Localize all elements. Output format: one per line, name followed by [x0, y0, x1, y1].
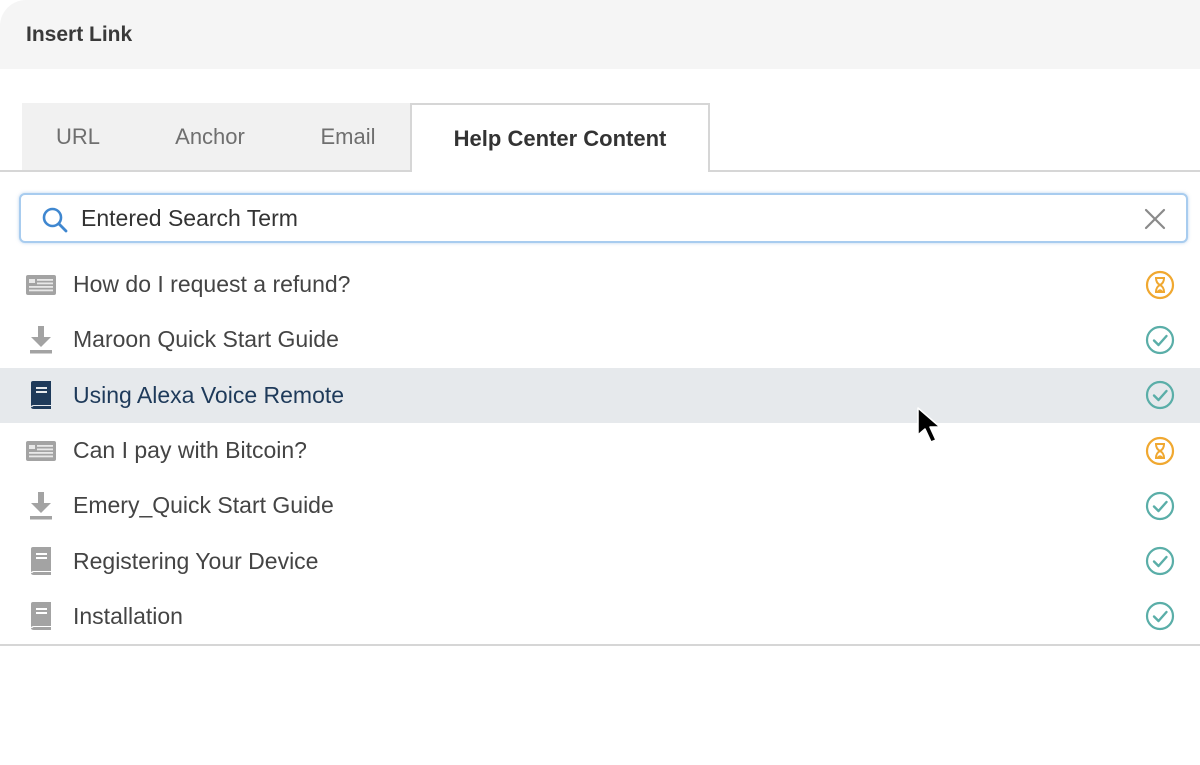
dialog-title: Insert Link — [26, 22, 133, 46]
tab-url[interactable]: URL — [22, 103, 134, 170]
tab-email-label: Email — [320, 123, 376, 149]
dialog-header: Insert Link — [0, 0, 1200, 69]
article-icon — [25, 436, 57, 466]
tab-anchor[interactable]: Anchor — [134, 103, 286, 170]
list-item[interactable]: Can I pay with Bitcoin? — [0, 423, 1200, 478]
list-item-label: Can I pay with Bitcoin? — [73, 437, 307, 464]
close-icon[interactable] — [1144, 208, 1166, 230]
download-icon — [25, 491, 57, 521]
check-circle-icon — [1145, 547, 1175, 576]
hourglass-icon — [1145, 436, 1175, 465]
check-circle-icon — [1145, 602, 1175, 631]
tab-anchor-label: Anchor — [175, 123, 245, 149]
list-item-label: How do I request a refund? — [73, 271, 351, 298]
insert-link-dialog: Insert Link URL Anchor Email Help Center… — [0, 0, 1200, 765]
tab-url-label: URL — [55, 123, 100, 149]
tab-help-center-content-label: Help Center Content — [453, 125, 667, 151]
list-item[interactable]: Emery_Quick Start Guide — [0, 478, 1200, 533]
book-icon — [25, 601, 57, 631]
tab-email[interactable]: Email — [286, 103, 410, 170]
list-item[interactable]: How do I request a refund? — [0, 257, 1200, 312]
list-item[interactable]: Installation — [0, 589, 1200, 644]
list-item-label: Maroon Quick Start Guide — [73, 326, 339, 353]
tab-bar: URL Anchor Email Help Center Content — [0, 103, 1200, 172]
check-circle-icon — [1145, 325, 1175, 355]
book-icon — [25, 546, 57, 576]
check-circle-icon — [1145, 381, 1175, 410]
hourglass-icon — [1145, 270, 1175, 299]
list-item-label: Using Alexa Voice Remote — [73, 381, 345, 408]
tab-help-center-content[interactable]: Help Center Content — [410, 103, 710, 172]
book-icon — [25, 380, 57, 410]
list-item[interactable]: Using Alexa Voice Remote — [0, 367, 1200, 423]
search-icon — [42, 207, 68, 233]
mouse-pointer-icon — [917, 407, 941, 443]
list-item-label: Emery_Quick Start Guide — [73, 492, 334, 519]
download-icon — [25, 325, 57, 355]
list-item[interactable]: Registering Your Device — [0, 533, 1200, 588]
list-item[interactable]: Maroon Quick Start Guide — [0, 312, 1200, 367]
list-item-label: Registering Your Device — [73, 547, 319, 574]
list-item-label: Installation — [73, 602, 183, 629]
article-icon — [25, 270, 57, 300]
search-box — [19, 193, 1188, 243]
results-list: How do I request a refund? Maroon Quick … — [0, 257, 1200, 644]
search-input[interactable] — [81, 201, 1121, 235]
list-divider — [0, 644, 1200, 646]
check-circle-icon — [1145, 491, 1175, 520]
